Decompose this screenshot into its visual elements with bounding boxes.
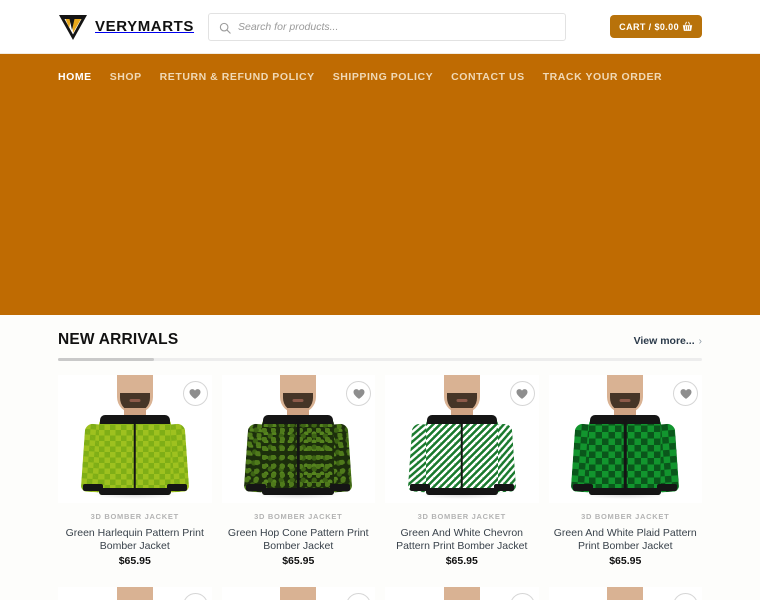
product-card[interactable] xyxy=(385,587,539,600)
product-card[interactable] xyxy=(221,587,375,600)
product-category[interactable]: 3D BOMBER JACKET xyxy=(418,512,506,521)
nav-item-home[interactable]: HOME xyxy=(58,68,101,86)
product-image[interactable] xyxy=(221,375,375,503)
product-model-illustration xyxy=(565,375,685,503)
product-category[interactable]: 3D BOMBER JACKET xyxy=(91,512,179,521)
wishlist-button[interactable] xyxy=(346,381,371,406)
v-logo-icon xyxy=(58,13,88,41)
site-header: VERYMARTS CART / $0.00 xyxy=(0,0,760,53)
product-title[interactable]: Green And White Chevron Pattern Print Bo… xyxy=(385,527,539,552)
cart-label: CART / $0.00 xyxy=(619,21,679,32)
hero-banner: HOME SHOP RETURN & REFUND POLICY SHIPPIN… xyxy=(0,53,760,315)
product-model-illustration xyxy=(238,587,358,600)
nav-item-shipping-policy[interactable]: SHIPPING POLICY xyxy=(333,68,442,86)
chevron-right-icon: › xyxy=(698,335,702,347)
product-image[interactable] xyxy=(548,587,702,600)
product-image[interactable] xyxy=(548,375,702,503)
page-root: VERYMARTS CART / $0.00 xyxy=(0,0,760,600)
product-model-illustration xyxy=(565,587,685,600)
product-meta: 3D BOMBER JACKET Green And White Chevron… xyxy=(385,503,539,567)
product-image[interactable] xyxy=(385,375,539,503)
product-category[interactable]: 3D BOMBER JACKET xyxy=(254,512,342,521)
product-model-illustration xyxy=(402,587,522,600)
product-card[interactable]: 3D BOMBER JACKET Green And White Chevron… xyxy=(385,375,539,575)
product-meta: 3D BOMBER JACKET Green Hop Cone Pattern … xyxy=(222,503,376,567)
wishlist-button[interactable] xyxy=(509,381,535,406)
search-box[interactable] xyxy=(208,12,566,41)
new-arrivals-section: NEW ARRIVALS View more... › 3D BOMBER JA… xyxy=(0,315,760,600)
wishlist-button[interactable] xyxy=(673,381,698,406)
product-model-illustration xyxy=(402,375,522,503)
nav-item-contact-us[interactable]: CONTACT US xyxy=(451,68,534,86)
nav-item-shop[interactable]: SHOP xyxy=(110,68,151,86)
search-input[interactable] xyxy=(238,13,555,40)
product-model-illustration xyxy=(75,375,195,503)
view-more-link[interactable]: View more... › xyxy=(634,335,702,347)
basket-icon xyxy=(682,21,693,32)
product-price: $65.95 xyxy=(445,555,478,568)
product-model-illustration xyxy=(238,375,358,503)
product-image[interactable] xyxy=(385,587,539,600)
main-navigation: HOME SHOP RETURN & REFUND POLICY SHIPPIN… xyxy=(0,54,760,86)
search-form xyxy=(208,12,566,41)
view-more-label: View more... xyxy=(633,335,695,347)
product-title[interactable]: Green And White Plaid Pattern Print Bomb… xyxy=(549,527,703,552)
product-image[interactable] xyxy=(221,587,375,600)
heart-icon xyxy=(516,388,528,400)
product-card[interactable]: 3D BOMBER JACKET Green Hop Cone Pattern … xyxy=(221,375,376,575)
product-title[interactable]: Green Hop Cone Pattern Print Bomber Jack… xyxy=(222,527,376,552)
heart-icon xyxy=(353,388,365,400)
product-card[interactable]: 3D BOMBER JACKET Green Harlequin Pattern… xyxy=(58,375,212,575)
product-card[interactable]: 3D BOMBER JACKET Green And White Plaid P… xyxy=(548,375,703,575)
product-card[interactable] xyxy=(58,587,212,600)
nav-item-return-refund-policy[interactable]: RETURN & REFUND POLICY xyxy=(160,68,324,86)
section-divider xyxy=(58,358,702,361)
nav-item-track-your-order[interactable]: TRACK YOUR ORDER xyxy=(543,68,671,86)
product-price: $65.95 xyxy=(609,555,642,568)
product-grid-row-2 xyxy=(58,587,702,600)
search-icon xyxy=(219,21,231,34)
product-title[interactable]: Green Harlequin Pattern Print Bomber Jac… xyxy=(58,527,212,552)
product-image[interactable] xyxy=(58,587,212,600)
product-model-illustration xyxy=(75,587,195,600)
product-price: $65.95 xyxy=(282,555,315,568)
product-card[interactable] xyxy=(548,587,702,600)
cart-button[interactable]: CART / $0.00 xyxy=(610,15,702,38)
heart-icon xyxy=(189,388,201,400)
heart-icon xyxy=(680,388,692,400)
product-category[interactable]: 3D BOMBER JACKET xyxy=(581,512,669,521)
brand-name: VERYMARTS xyxy=(95,18,195,35)
product-meta: 3D BOMBER JACKET Green And White Plaid P… xyxy=(549,503,703,567)
section-header: NEW ARRIVALS View more... › xyxy=(58,315,702,349)
product-price: $65.95 xyxy=(118,555,151,568)
product-image[interactable] xyxy=(58,375,212,503)
section-title: NEW ARRIVALS xyxy=(58,331,179,348)
product-meta: 3D BOMBER JACKET Green Harlequin Pattern… xyxy=(58,503,212,567)
product-grid-row-1: 3D BOMBER JACKET Green Harlequin Pattern… xyxy=(58,375,702,575)
site-logo[interactable]: VERYMARTS xyxy=(58,13,206,41)
wishlist-button[interactable] xyxy=(182,381,208,406)
